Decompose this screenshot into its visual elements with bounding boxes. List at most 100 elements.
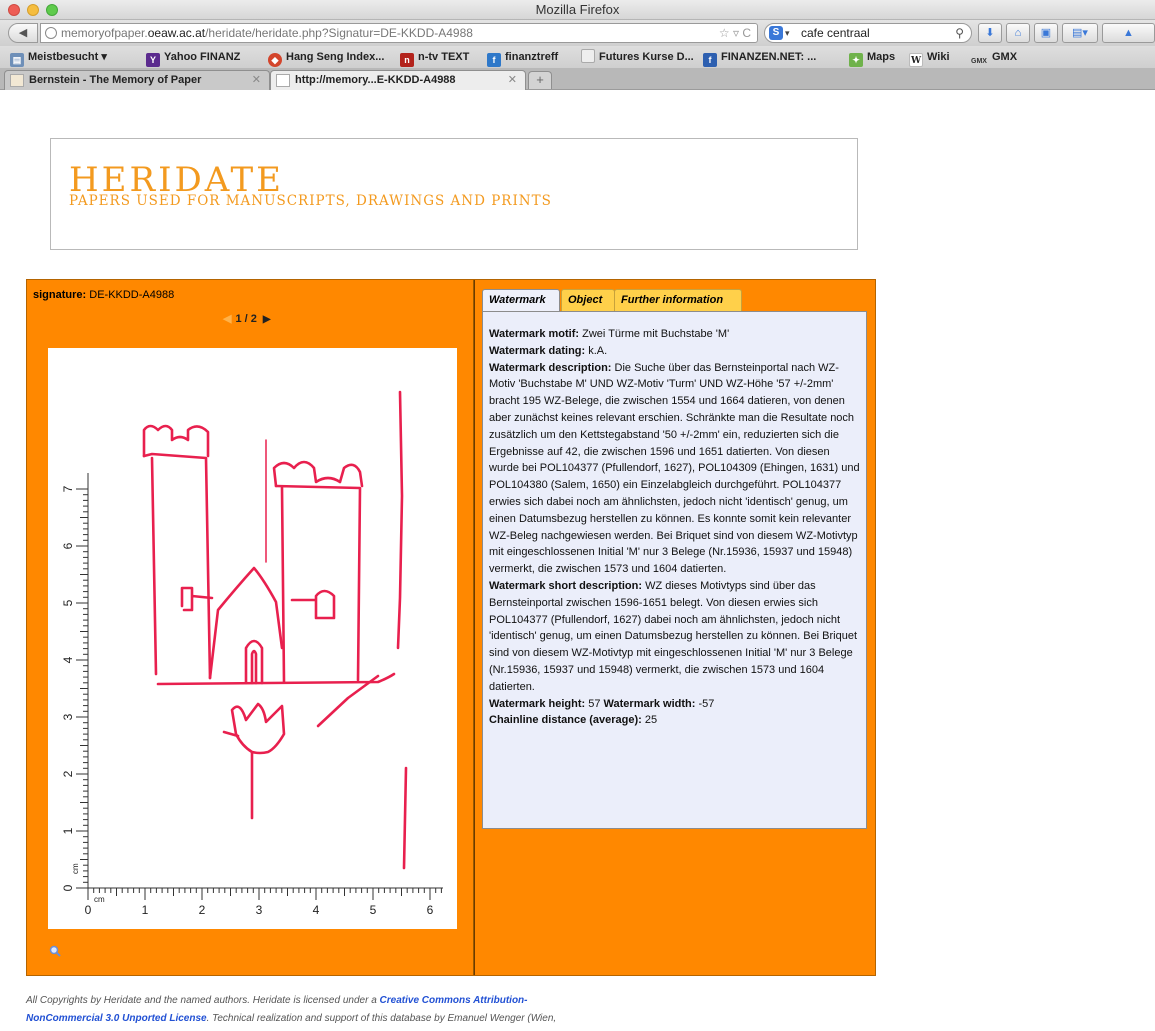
signature: signature: DE-KKDD-A4988 xyxy=(33,289,174,301)
close-tab-icon[interactable]: ✕ xyxy=(508,71,517,89)
close-tab-icon[interactable]: ✕ xyxy=(252,71,261,89)
bookmark-label: Hang Seng Index... xyxy=(286,51,385,63)
left-tower-crenellations xyxy=(142,424,210,458)
license-link-1[interactable]: Creative Commons Attribution- xyxy=(380,995,528,1006)
close-window-button[interactable] xyxy=(8,4,20,16)
bookmark-label: Meistbesucht ▾ xyxy=(28,51,107,63)
bookmark-ntv[interactable]: n n-tv TEXT xyxy=(400,49,469,67)
signature-value: DE-KKDD-A4988 xyxy=(89,289,175,301)
description-row: Watermark description: Die Suche über da… xyxy=(489,360,860,578)
letter-m xyxy=(230,702,286,755)
url-bar[interactable]: memoryofpaper.oeaw.ac.at/heridate/herida… xyxy=(40,23,758,43)
search-input[interactable]: S ▾ cafe centraal ⚲ xyxy=(764,23,972,43)
tab-bernstein[interactable]: Bernstein - The Memory of Paper ✕ xyxy=(4,70,270,90)
license-footer: All Copyrights by Heridate and the named… xyxy=(26,992,846,1028)
height-value: 57 xyxy=(588,697,601,710)
dropdown-arrow-icon[interactable]: ▿ xyxy=(733,26,739,40)
tab-further-information[interactable]: Further information xyxy=(614,289,742,311)
vertical-ruler xyxy=(76,473,89,889)
chainline-row: Chainline distance (average): 25 xyxy=(489,712,860,729)
back-button[interactable]: ◀ xyxy=(8,23,38,43)
zoom-window-button[interactable] xyxy=(46,4,58,16)
screenshot-button[interactable]: ▣ xyxy=(1034,23,1058,43)
window-title: Mozilla Firefox xyxy=(535,2,620,17)
yahoo-icon: Y xyxy=(146,53,160,67)
reload-icon[interactable]: C xyxy=(742,26,751,40)
license-link-2[interactable]: NonCommercial 3.0 Unported License xyxy=(26,1013,207,1024)
ntv-icon: n xyxy=(400,53,414,67)
width-value: -57 xyxy=(698,697,715,710)
addon-icon: ▤▾ xyxy=(1072,27,1088,39)
minimize-window-button[interactable] xyxy=(27,4,39,16)
new-tab-button[interactable]: + xyxy=(528,71,552,89)
page-icon xyxy=(581,49,595,63)
pager-label: 1 / 2 xyxy=(235,313,257,325)
globe-icon xyxy=(45,27,57,39)
bookmark-wiki[interactable]: W Wiki xyxy=(909,49,950,67)
bookmark-label: Maps xyxy=(867,51,896,63)
bookmark-label: Wiki xyxy=(927,51,950,63)
home-button[interactable]: ⌂ xyxy=(1006,23,1030,43)
bernstein-favicon-icon xyxy=(10,74,24,87)
right-chain-upper xyxy=(396,390,404,650)
bookmark-futures[interactable]: Futures Kurse D... xyxy=(581,49,694,65)
bookmark-label: FINANZEN.NET: ... xyxy=(721,51,817,63)
extension-button[interactable]: ▲ xyxy=(1102,23,1155,43)
footer-text-2: . Technical realization and support of t… xyxy=(206,1013,557,1024)
bookmark-finanztreff[interactable]: f finanztreff xyxy=(487,49,558,67)
gmx-icon: GMX xyxy=(971,58,987,65)
banner-subtitle: PAPERS USED FOR MANUSCRIPTS, DRAWINGS AN… xyxy=(69,193,552,209)
horizontal-ruler-label: 1 xyxy=(142,903,149,917)
search-value: cafe centraal xyxy=(801,26,870,40)
tab-object[interactable]: Object xyxy=(561,289,615,311)
short-description-label: Watermark short description: xyxy=(489,579,643,592)
horizontal-ruler-label: 5 xyxy=(370,903,377,917)
tab-watermark[interactable]: Watermark xyxy=(482,289,560,311)
tab-heridate[interactable]: http://memory...E-KKDD-A4988 ✕ xyxy=(270,70,526,90)
height-label: Watermark height: xyxy=(489,697,586,710)
vertical-ruler-label: 7 xyxy=(61,485,75,492)
engine-dropdown-icon[interactable]: ▾ xyxy=(785,24,790,42)
next-image-icon[interactable]: ▶ xyxy=(263,314,271,325)
finanztreff-icon: f xyxy=(487,53,501,67)
bookmark-meistbesucht[interactable]: ▤ Meistbesucht ▾ xyxy=(10,49,107,67)
bookmark-star-icon[interactable]: ☆ xyxy=(719,26,730,40)
bookmark-finanzen-net[interactable]: f FINANZEN.NET: ... xyxy=(703,49,817,67)
vertical-ruler-label: 0 xyxy=(61,884,75,891)
vertical-ruler-label: 6 xyxy=(61,542,75,549)
watermark-tracing-svg: 0 1 2 3 4 5 6 7 0 1 2 3 4 5 6 cm cm xyxy=(61,390,443,917)
download-icon: ⬇ xyxy=(985,27,995,39)
dating-value: k.A. xyxy=(588,344,608,357)
chainline-value: 25 xyxy=(644,714,658,727)
url-actions: ☆ ▿ C xyxy=(719,24,751,42)
navigation-toolbar: ◀ memoryofpaper.oeaw.ac.at/heridate/heri… xyxy=(0,20,1155,46)
info-panel: Watermark Object Further information Wat… xyxy=(474,280,875,975)
zoom-icon[interactable] xyxy=(49,944,61,957)
addon-button[interactable]: ▤▾ xyxy=(1062,23,1098,43)
dimensions-row: Watermark height: 57 Watermark width: -5… xyxy=(489,696,860,713)
bookmark-hang-seng[interactable]: ◆ Hang Seng Index... xyxy=(268,49,385,67)
short-description-row: Watermark short description: WZ dieses M… xyxy=(489,578,860,696)
motif-label: Watermark motif: xyxy=(489,328,580,340)
right-chain-lower xyxy=(402,766,408,870)
image-panel: signature: DE-KKDD-A4988 ◀ 1 / 2 ▶ 0 1 2 3 4 5 6… xyxy=(27,280,474,975)
previous-image-icon[interactable]: ◀ xyxy=(223,313,231,325)
vertical-ruler-label: 5 xyxy=(61,599,75,606)
width-label: Watermark width: xyxy=(603,697,696,710)
bookmark-gmx[interactable]: GMX GMX xyxy=(970,49,1017,65)
center-door xyxy=(244,639,264,685)
right-tower-crenellations xyxy=(272,460,364,488)
footer-text-1: All Copyrights by Heridate and the named… xyxy=(26,995,380,1006)
screenshot-icon: ▣ xyxy=(1040,27,1052,39)
home-icon: ⌂ xyxy=(1014,27,1022,39)
vertical-unit-label: cm xyxy=(71,863,80,874)
tab-label: Bernstein - The Memory of Paper xyxy=(29,74,202,86)
bookmark-maps[interactable]: ✦ Maps xyxy=(849,49,896,67)
downloads-button[interactable]: ⬇ xyxy=(978,23,1002,43)
heridate-banner: HERIDATE PAPERS USED FOR MANUSCRIPTS, DR… xyxy=(50,138,858,250)
bookmark-yahoo[interactable]: Y Yahoo FINANZ xyxy=(146,49,240,67)
watermark-tracing-image[interactable]: 0 1 2 3 4 5 6 7 0 1 2 3 4 5 6 cm cm xyxy=(48,348,457,929)
search-icon[interactable]: ⚲ xyxy=(955,24,964,42)
hang-seng-icon: ◆ xyxy=(268,53,282,67)
search-engine-icon[interactable]: S xyxy=(769,26,783,40)
